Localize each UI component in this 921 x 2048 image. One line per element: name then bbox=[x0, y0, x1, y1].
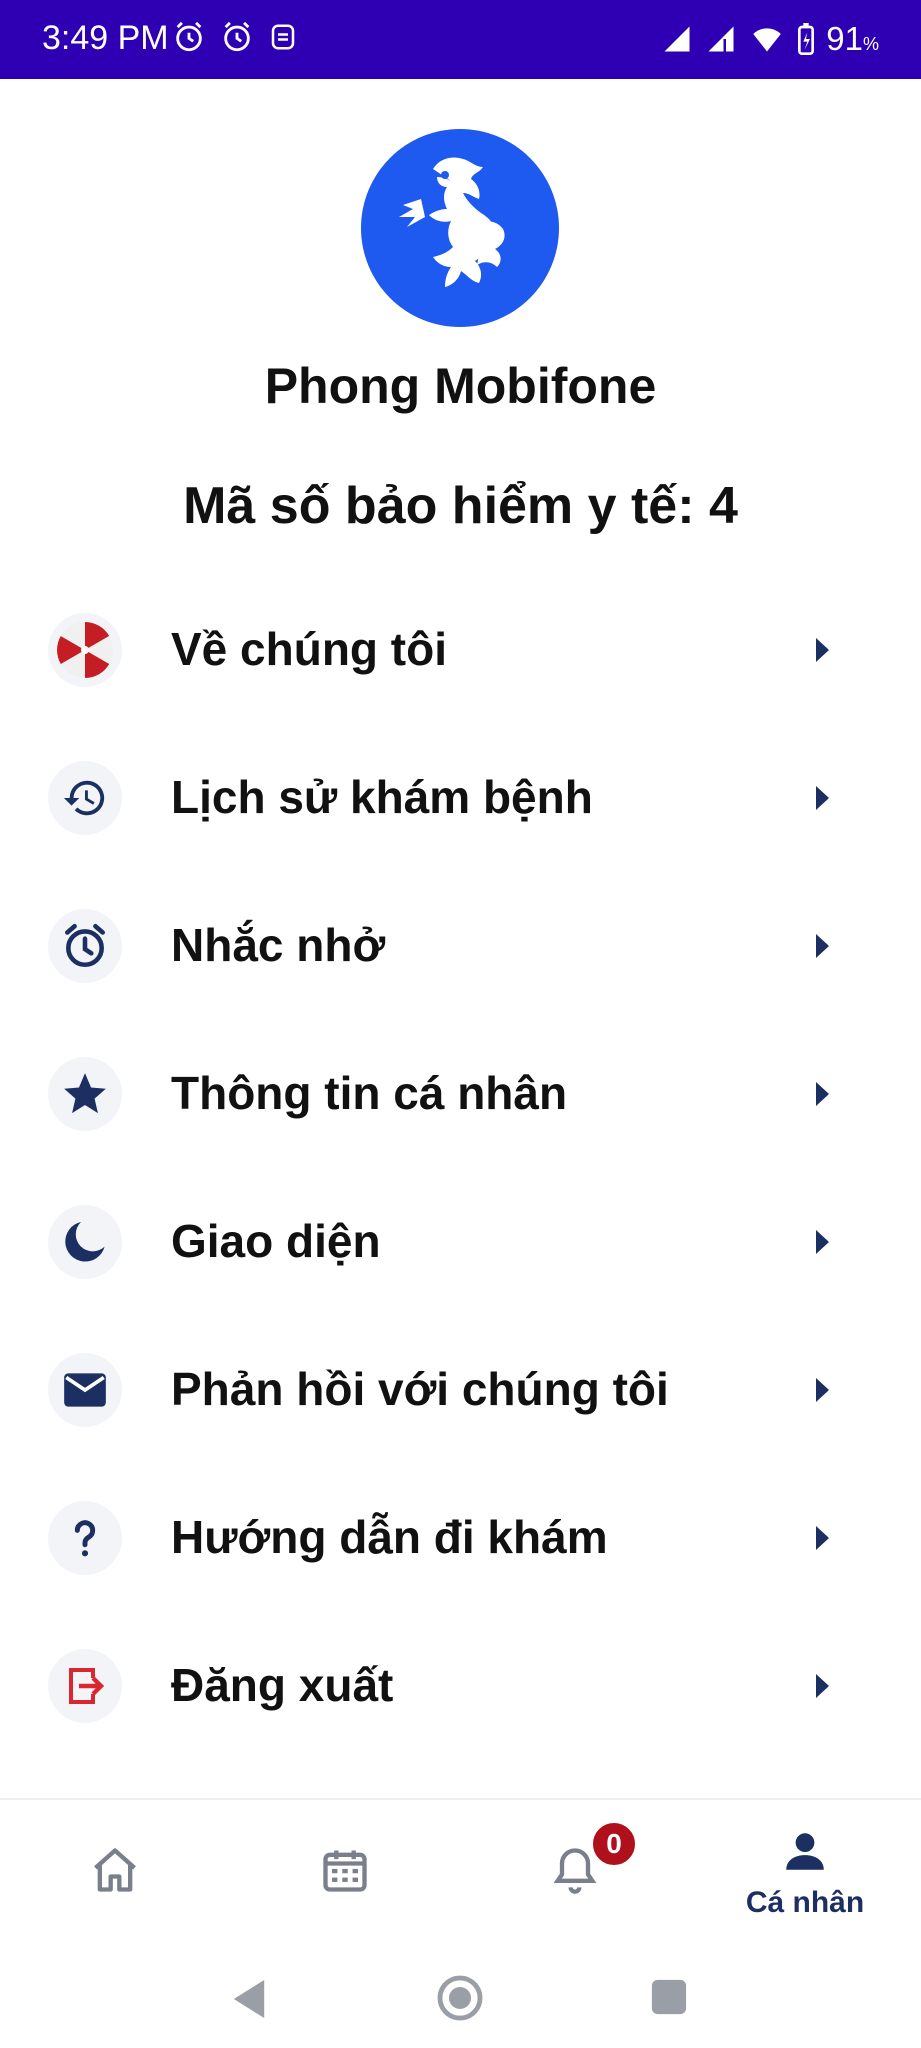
chevron-right-icon bbox=[816, 786, 829, 810]
avatar bbox=[361, 129, 559, 327]
nav-profile-label: Cá nhân bbox=[745, 1886, 865, 1919]
status-system-icons: 91% bbox=[660, 20, 879, 58]
nav-calendar[interactable] bbox=[230, 1800, 460, 1952]
menu-item-label: Giao diện bbox=[171, 1215, 381, 1267]
notification-badge: 0 bbox=[590, 1820, 638, 1868]
menu-item-logout[interactable]: Đăng xuất bbox=[0, 1612, 921, 1760]
logout-icon bbox=[48, 1649, 122, 1723]
moon-icon bbox=[48, 1205, 122, 1279]
menu-item-label: Đăng xuất bbox=[171, 1659, 394, 1711]
menu-item-guide[interactable]: Hướng dẫn đi khám bbox=[0, 1464, 921, 1612]
chevron-right-icon bbox=[816, 1378, 829, 1402]
nav-home[interactable] bbox=[0, 1800, 230, 1952]
menu-item-feedback[interactable]: Phản hồi với chúng tôi bbox=[0, 1316, 921, 1464]
status-time: 3:49 PM bbox=[42, 19, 169, 57]
chevron-right-icon bbox=[816, 638, 829, 662]
menu-item-about[interactable]: Về chúng tôi bbox=[0, 576, 921, 724]
menu-item-personal-info[interactable]: Thông tin cá nhân bbox=[0, 1020, 921, 1168]
insurance-number: Mã số bảo hiểm y tế: 4 bbox=[183, 477, 738, 535]
menu-item-label: Thông tin cá nhân bbox=[171, 1067, 568, 1119]
profile-name: Phong Mobifone bbox=[264, 358, 657, 414]
back-icon[interactable] bbox=[230, 1978, 268, 2020]
status-notification-icons bbox=[172, 20, 298, 54]
chevron-right-icon bbox=[816, 1526, 829, 1550]
history-icon bbox=[48, 761, 122, 835]
menu-item-reminder[interactable]: Nhắc nhở bbox=[0, 872, 921, 1020]
nav-notifications[interactable]: 0 bbox=[460, 1800, 690, 1952]
lion-rampant-icon bbox=[399, 157, 505, 287]
mail-icon bbox=[48, 1353, 122, 1427]
menu-item-label: Phản hồi với chúng tôi bbox=[171, 1363, 669, 1415]
signal-icon bbox=[708, 26, 734, 52]
menu-item-label: Hướng dẫn đi khám bbox=[171, 1511, 608, 1563]
signal-icon bbox=[664, 26, 690, 52]
system-navigation-bar bbox=[0, 1950, 921, 2048]
home-circle-icon[interactable] bbox=[436, 1974, 484, 2022]
nav-profile[interactable]: Cá nhân bbox=[690, 1800, 920, 1952]
chevron-right-icon bbox=[816, 1674, 829, 1698]
battery-percent: 91% bbox=[826, 20, 879, 57]
umbrella-logo-icon bbox=[48, 613, 122, 687]
menu-item-label: Nhắc nhở bbox=[171, 919, 386, 971]
menu-item-label: Lịch sử khám bệnh bbox=[171, 771, 593, 823]
help-icon bbox=[48, 1501, 122, 1575]
chevron-right-icon bbox=[816, 1230, 829, 1254]
chevron-right-icon bbox=[816, 1082, 829, 1106]
bottom-navigation: 0 Cá nhân bbox=[0, 1798, 921, 1952]
chevron-right-icon bbox=[816, 934, 829, 958]
sync-icon bbox=[271, 24, 295, 50]
battery-icon bbox=[798, 23, 815, 55]
recents-icon[interactable] bbox=[650, 1978, 688, 2016]
calendar-icon bbox=[323, 1850, 367, 1892]
alarm-icon bbox=[176, 21, 202, 52]
menu-item-appearance[interactable]: Giao diện bbox=[0, 1168, 921, 1316]
menu-item-history[interactable]: Lịch sử khám bệnh bbox=[0, 724, 921, 872]
alarm-icon bbox=[48, 909, 122, 983]
person-icon bbox=[786, 1833, 824, 1870]
alarm-icon bbox=[224, 21, 250, 52]
wifi-icon bbox=[753, 28, 782, 52]
status-bar: 3:49 PM 91% bbox=[0, 0, 921, 79]
star-icon bbox=[48, 1057, 122, 1131]
menu-item-label: Về chúng tôi bbox=[171, 623, 447, 675]
home-icon bbox=[94, 1848, 136, 1892]
